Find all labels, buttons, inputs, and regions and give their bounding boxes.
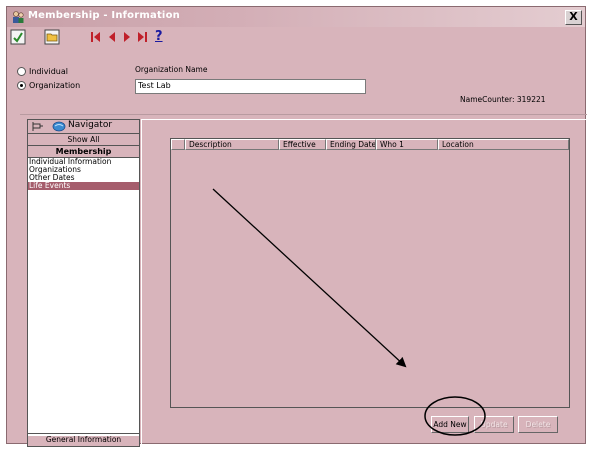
- last-record-icon[interactable]: [136, 29, 149, 45]
- radio-individual-dot[interactable]: [17, 67, 26, 76]
- membership-window: Membership - Information X ? Individual …: [6, 6, 587, 447]
- org-name-field[interactable]: Test Lab: [135, 79, 366, 94]
- navigator-title: Navigator: [68, 120, 113, 130]
- radio-organization-dot[interactable]: [17, 81, 26, 90]
- divider: [20, 114, 587, 115]
- update-button[interactable]: Update: [474, 416, 514, 433]
- life-events-grid[interactable]: Description Effective Ending Date Who 1 …: [170, 138, 570, 408]
- toolbar: ?: [7, 27, 585, 47]
- radio-individual[interactable]: Individual: [17, 67, 68, 76]
- previous-record-icon[interactable]: [106, 29, 118, 45]
- close-button[interactable]: X: [565, 10, 582, 25]
- grid-header: Description Effective Ending Date Who 1 …: [171, 139, 569, 151]
- first-record-icon[interactable]: [89, 29, 102, 45]
- navigator-list: Individual Information Organizations Oth…: [28, 157, 139, 436]
- grid-header-who-1[interactable]: Who 1: [376, 139, 438, 150]
- navigator-header: Navigator: [28, 120, 139, 133]
- grid-header-selector[interactable]: [171, 139, 185, 150]
- add-new-button[interactable]: Add New: [431, 416, 469, 433]
- next-record-icon[interactable]: [121, 29, 133, 45]
- title-bar[interactable]: Membership - Information X: [7, 7, 585, 27]
- grid-header-effective[interactable]: Effective: [279, 139, 326, 150]
- grid-header-ending-date[interactable]: Ending Date: [326, 139, 376, 150]
- name-counter: NameCounter: 319221: [460, 95, 546, 104]
- grid-header-description[interactable]: Description: [185, 139, 279, 150]
- show-all-button[interactable]: Show All: [28, 133, 139, 145]
- radio-organization[interactable]: Organization: [17, 81, 80, 90]
- refresh-icon[interactable]: [10, 29, 26, 45]
- org-name-label: Organization Name: [135, 65, 208, 74]
- window-title: Membership - Information: [28, 10, 180, 21]
- app-icon: [13, 11, 24, 23]
- navigator-section-membership[interactable]: Membership: [28, 145, 139, 157]
- general-information-button[interactable]: General Information: [28, 433, 139, 446]
- folder-icon[interactable]: [44, 29, 60, 45]
- grid-header-location[interactable]: Location: [438, 139, 569, 150]
- help-button[interactable]: ?: [155, 29, 163, 44]
- pin-icon[interactable]: [32, 122, 44, 131]
- nav-item-life-events[interactable]: Life Events: [28, 182, 139, 190]
- delete-button[interactable]: Delete: [518, 416, 558, 433]
- navigator-panel: Navigator Show All Membership Individual…: [27, 119, 140, 447]
- navigator-icon: [52, 121, 66, 132]
